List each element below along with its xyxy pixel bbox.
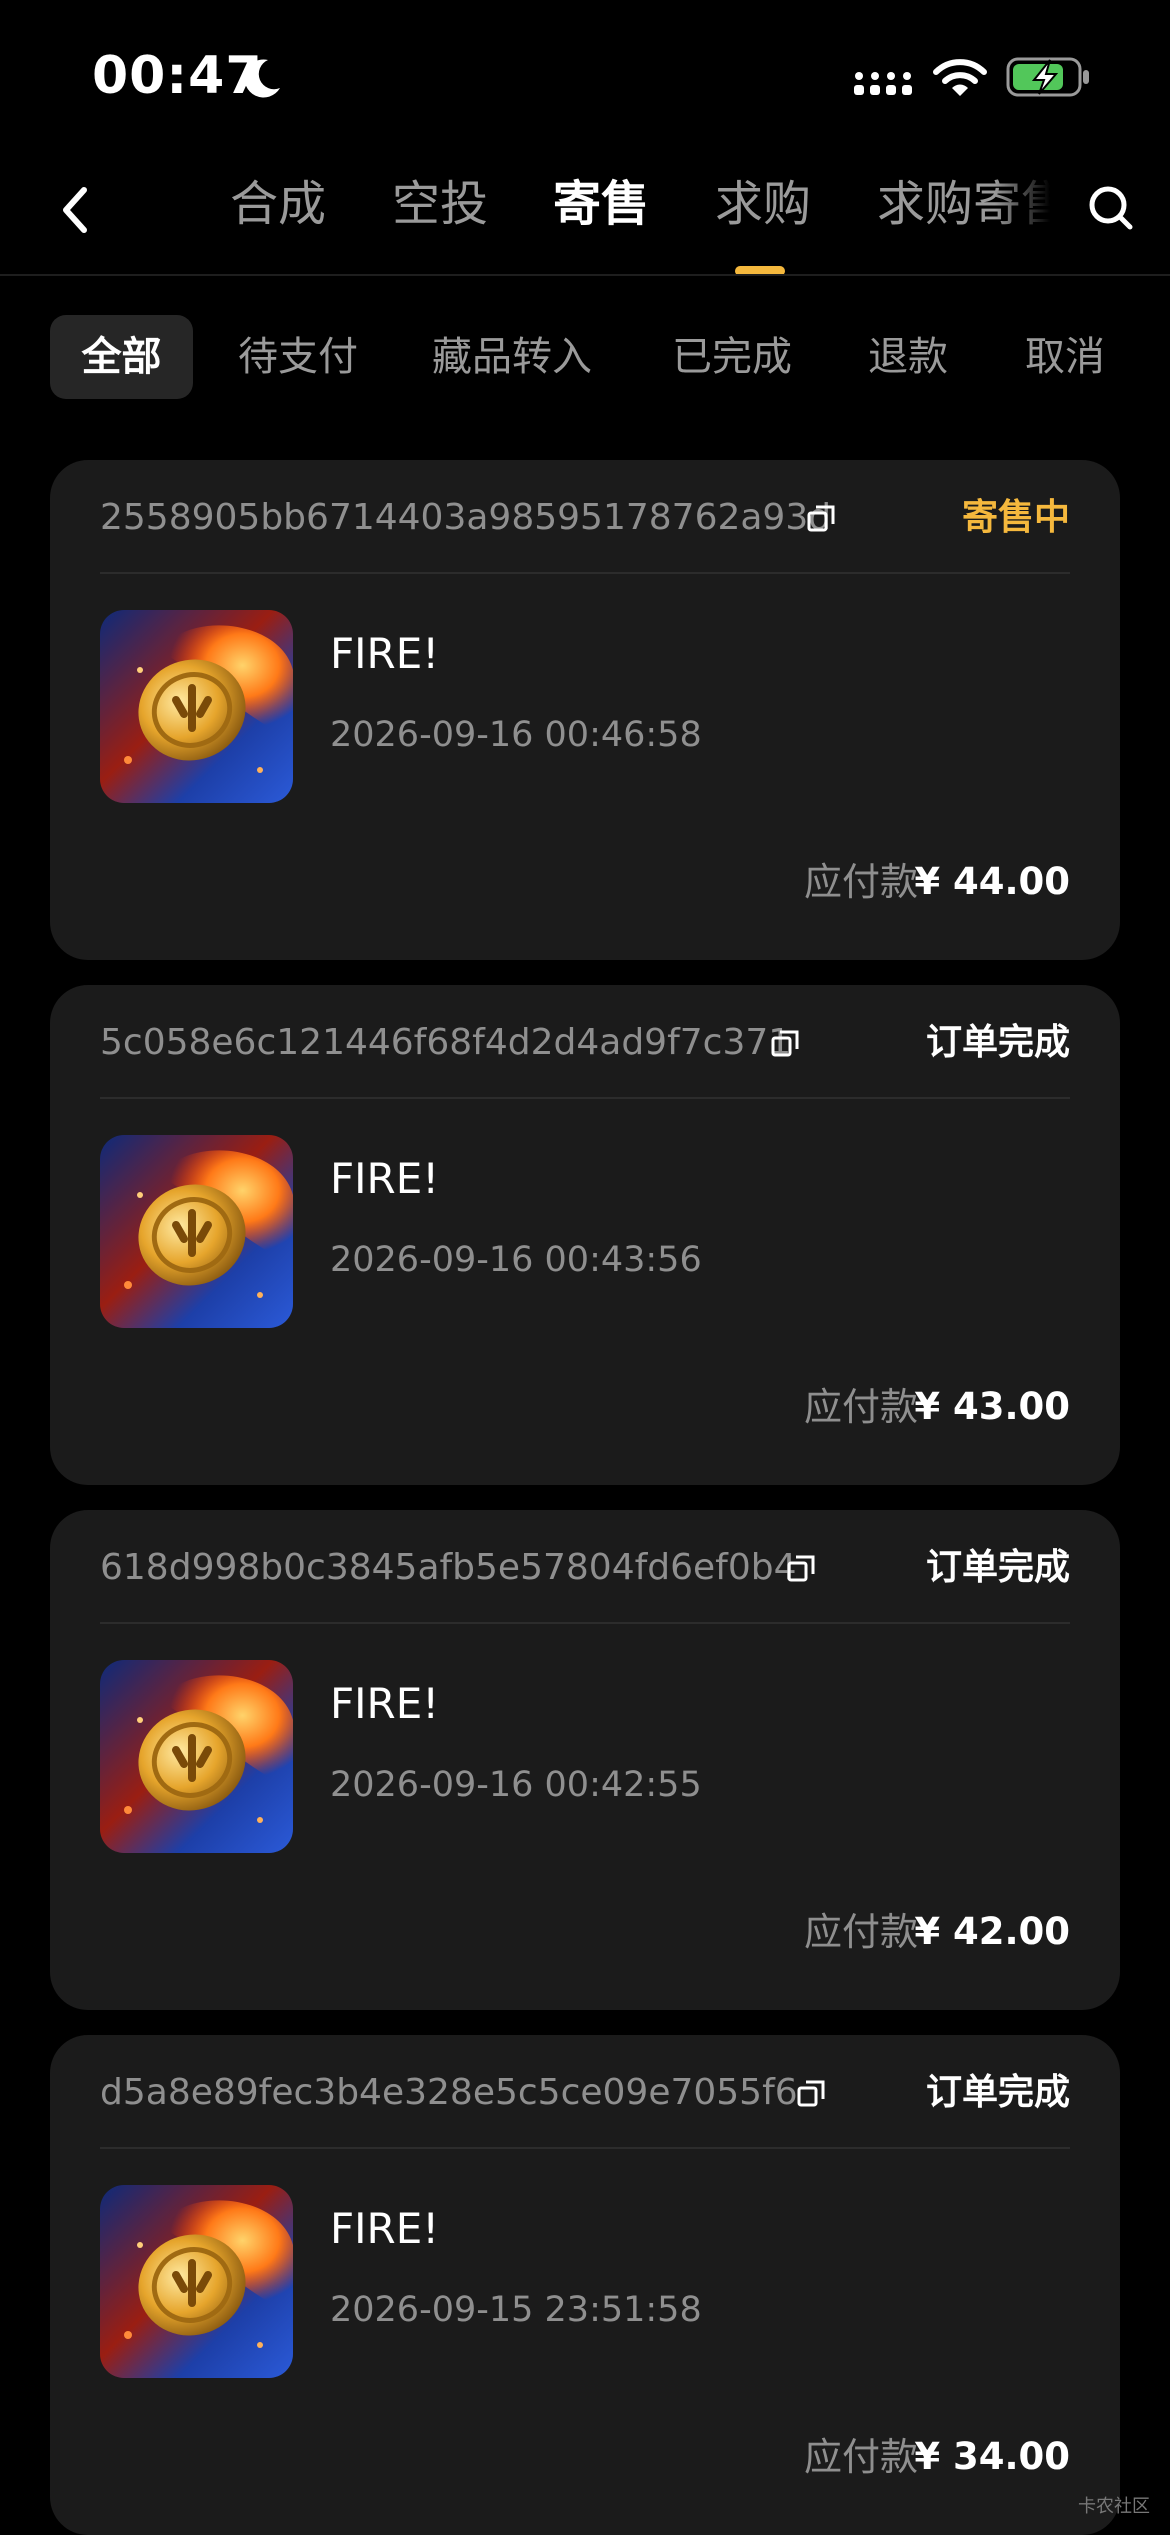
product-name: FIRE!: [330, 629, 440, 678]
product-name: FIRE!: [330, 1679, 440, 1728]
filter-completed[interactable]: 已完成: [672, 315, 792, 399]
payment-label: 应付款: [803, 860, 918, 904]
copy-icon[interactable]: [786, 1554, 816, 1584]
order-card[interactable]: d5a8e89fec3b4e328e5c5ce09e7055f6 订单完成 FI…: [50, 2035, 1120, 2535]
order-status: 订单完成: [925, 2072, 1070, 2113]
tab-strip: 合成 空投 寄售 求购 求购寄售: [155, 150, 1050, 274]
chevron-left-icon[interactable]: [52, 180, 98, 240]
order-card[interactable]: 2558905bb6714403a98595178762a93d 寄售中 FIR…: [50, 460, 1120, 960]
order-status: 寄售中: [961, 497, 1070, 538]
copy-icon[interactable]: [806, 504, 836, 534]
product-thumbnail: [100, 1135, 293, 1328]
order-id: d5a8e89fec3b4e328e5c5ce09e7055f6: [100, 2072, 798, 2113]
card-divider: [100, 1097, 1070, 1099]
search-icon[interactable]: [1086, 180, 1136, 236]
payment-label: 应付款: [803, 2435, 918, 2479]
filter-collectible-transfer-in[interactable]: 藏品转入: [432, 315, 592, 399]
payment-label: 应付款: [803, 1910, 918, 1954]
filter-bar: 全部 待支付 藏品转入 已完成 退款 取消: [0, 310, 1170, 404]
tab-airdrop[interactable]: 空投: [392, 172, 488, 236]
status-time: 00:47: [92, 46, 263, 106]
order-time: 2026-09-16 00:43:56: [330, 1240, 702, 1280]
tab-purchase-consignment[interactable]: 求购寄售: [877, 172, 1050, 236]
product-thumbnail: [100, 2185, 293, 2378]
card-divider: [100, 2147, 1070, 2149]
filter-cancelled[interactable]: 取消: [1025, 315, 1105, 399]
payment-amount: ¥ 43.00: [914, 1385, 1070, 1428]
copy-icon[interactable]: [770, 1029, 800, 1059]
tab-purchase-request[interactable]: 求购: [715, 172, 811, 236]
order-status: 订单完成: [925, 1022, 1070, 1063]
order-card[interactable]: 618d998b0c3845afb5e57804fd6ef0b4 订单完成 FI…: [50, 1510, 1120, 2010]
product-thumbnail: [100, 610, 293, 803]
payment-amount: ¥ 44.00: [914, 860, 1070, 903]
payment-label: 应付款: [803, 1385, 918, 1429]
order-time: 2026-09-16 00:42:55: [330, 1765, 702, 1805]
product-name: FIRE!: [330, 1154, 440, 1203]
battery-charging-icon: [1006, 57, 1089, 97]
watermark: 卡农社区: [1078, 2496, 1150, 2517]
status-bar: 00:47: [0, 0, 1170, 150]
payment-amount: ¥ 42.00: [914, 1910, 1070, 1953]
card-divider: [100, 1622, 1070, 1624]
active-tab-indicator: [735, 266, 785, 274]
order-time: 2026-09-16 00:46:58: [330, 715, 702, 755]
filter-pending-payment[interactable]: 待支付: [238, 315, 358, 399]
order-id: 5c058e6c121446f68f4d2d4ad9f7c371: [100, 1022, 792, 1063]
order-time: 2026-09-15 23:51:58: [330, 2290, 702, 2330]
product-thumbnail: [100, 1660, 293, 1853]
order-card[interactable]: 5c058e6c121446f68f4d2d4ad9f7c371 订单完成 FI…: [50, 985, 1120, 1485]
wifi-icon: [933, 59, 987, 96]
tab-consignment[interactable]: 寄售: [553, 172, 649, 236]
order-id: 618d998b0c3845afb5e57804fd6ef0b4: [100, 1547, 797, 1588]
signal-icon: [854, 72, 912, 95]
tab-synthesis[interactable]: 合成: [230, 172, 326, 236]
moon-icon: [244, 59, 280, 98]
order-status: 订单完成: [925, 1547, 1070, 1588]
payment-amount: ¥ 34.00: [914, 2435, 1070, 2478]
top-nav: 合成 空投 寄售 求购 求购寄售: [0, 150, 1170, 276]
filter-refund[interactable]: 退款: [868, 315, 948, 399]
filter-all[interactable]: 全部: [50, 315, 193, 399]
product-name: FIRE!: [330, 2204, 440, 2253]
card-divider: [100, 572, 1070, 574]
copy-icon[interactable]: [796, 2079, 826, 2109]
order-id: 2558905bb6714403a98595178762a93d: [100, 497, 832, 538]
